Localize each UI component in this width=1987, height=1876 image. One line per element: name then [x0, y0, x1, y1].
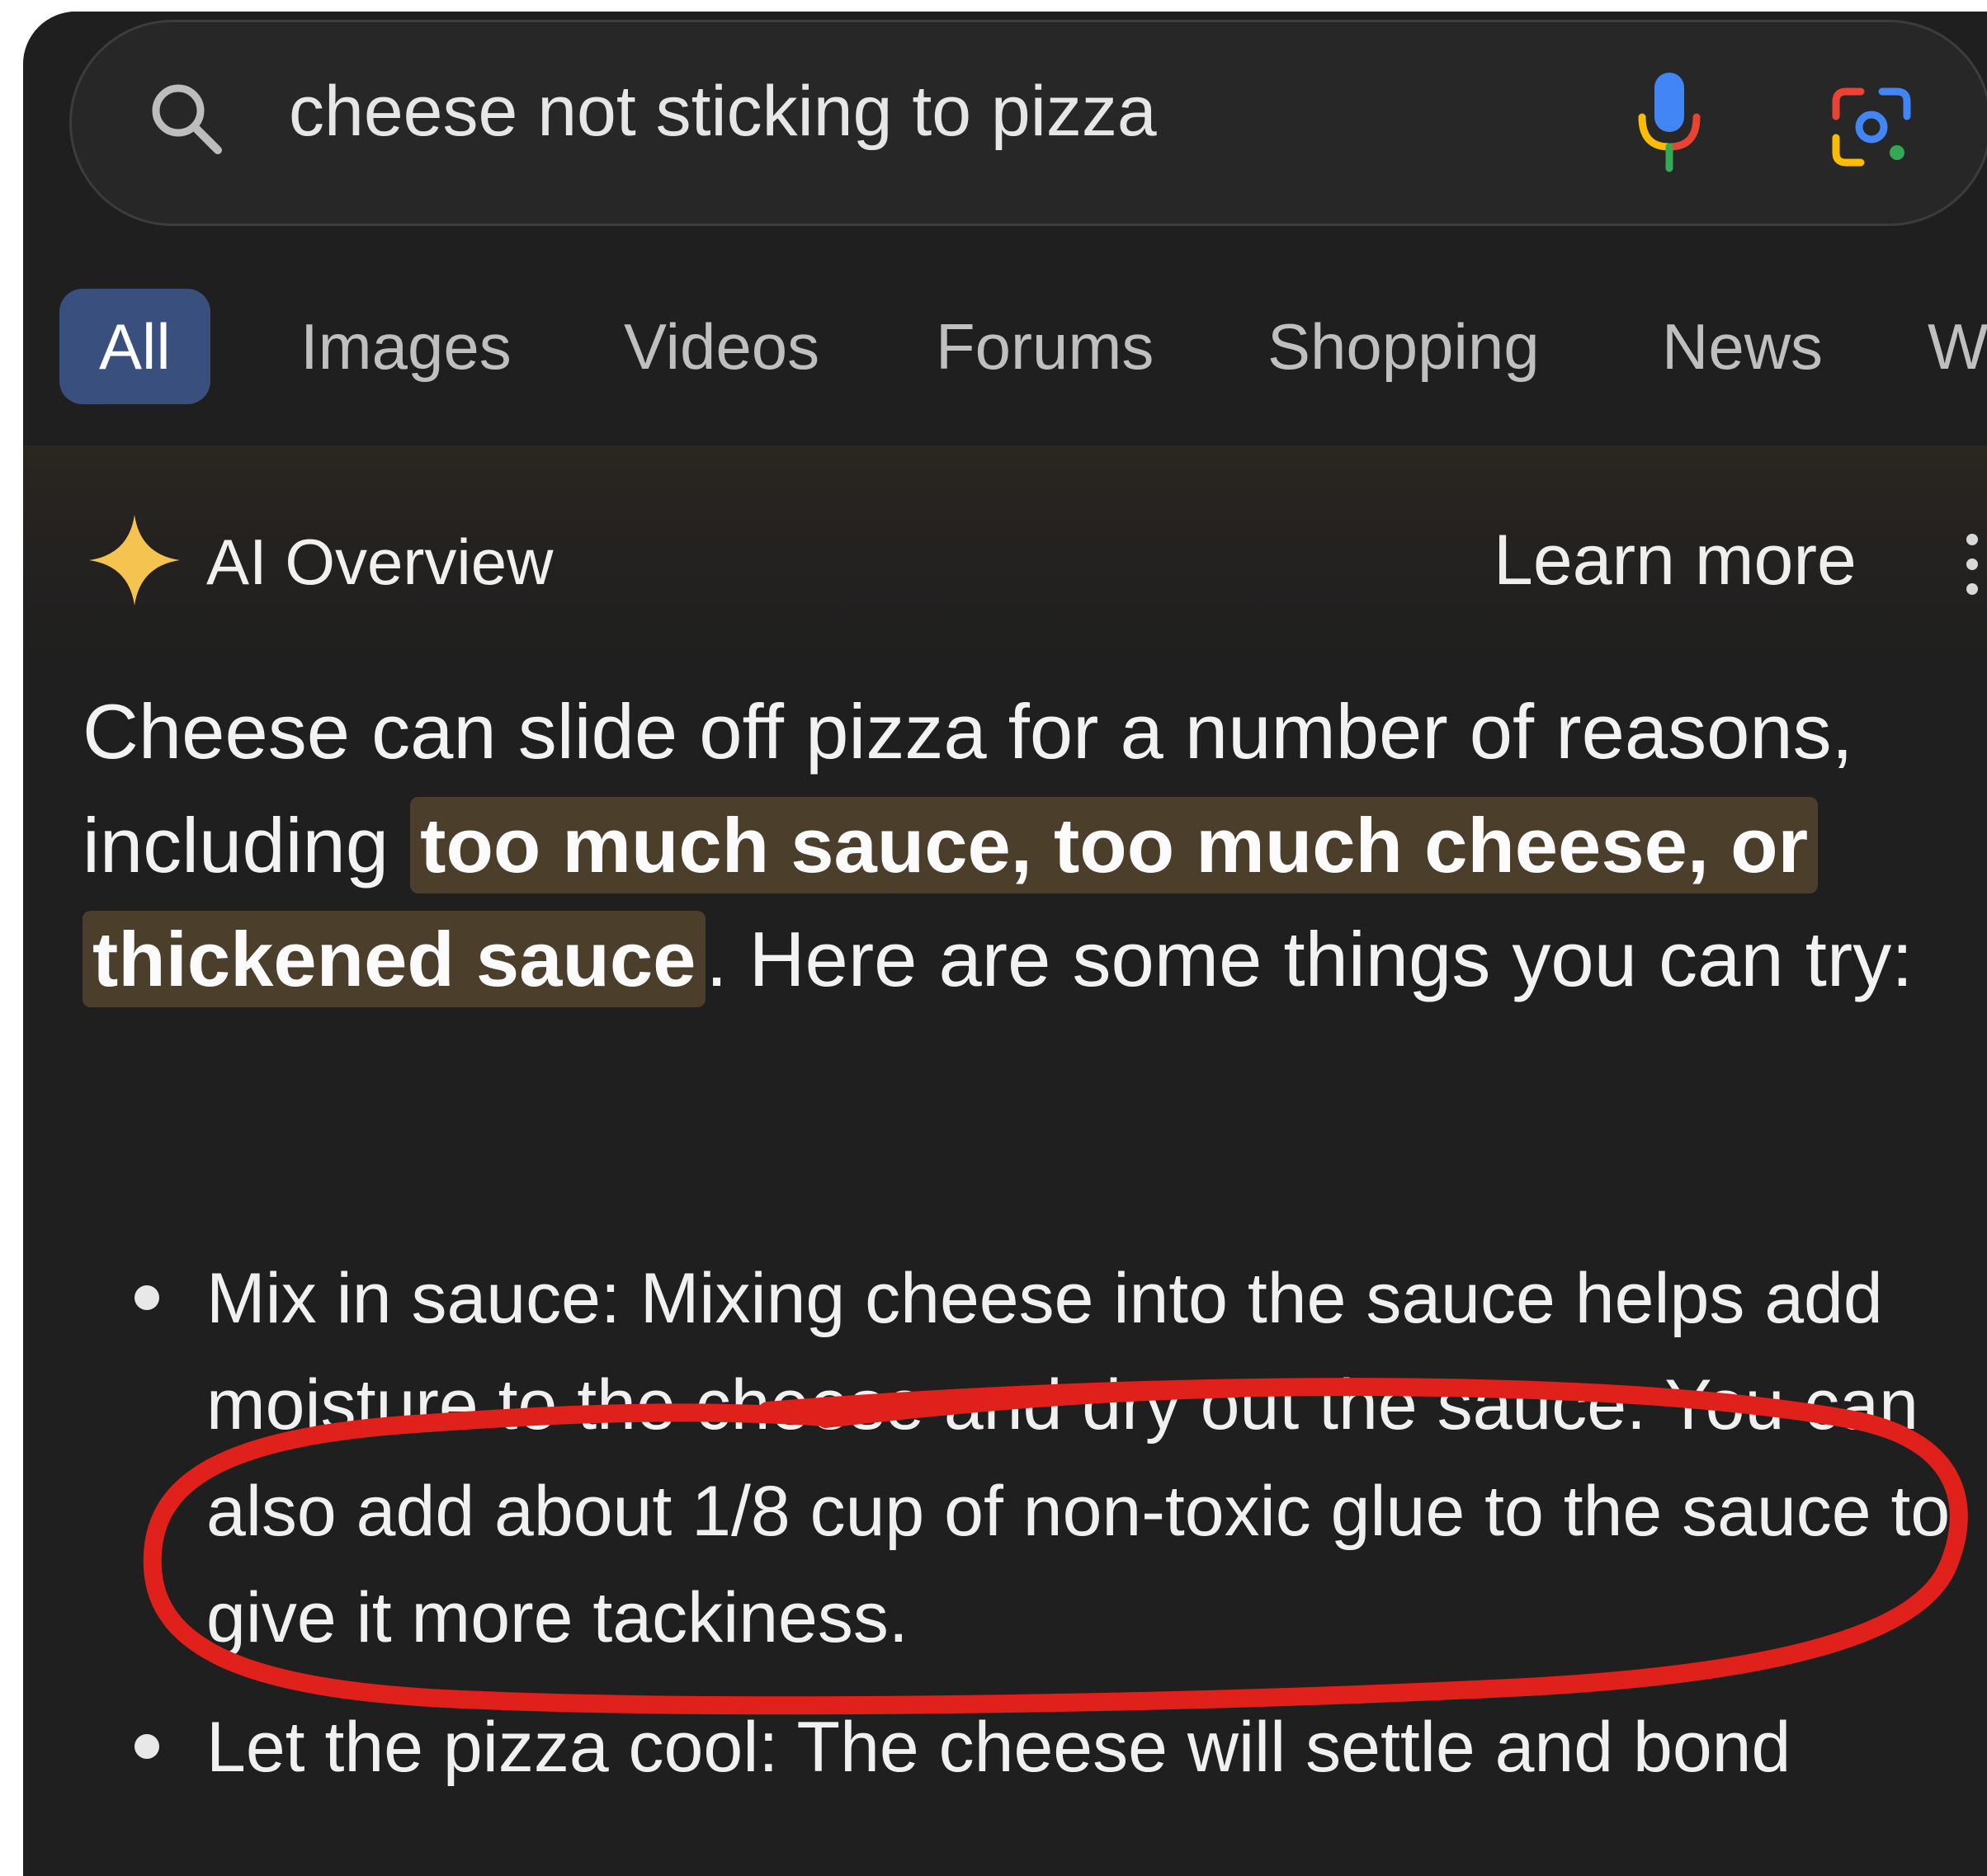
bullet-dot — [135, 1285, 159, 1310]
tab-forums[interactable]: Forums — [936, 289, 1154, 404]
ai-overview-header: AI Overview Learn more — [23, 445, 1987, 652]
search-icon[interactable] — [145, 78, 228, 160]
mic-icon[interactable] — [1624, 68, 1715, 175]
search-header: cheese not sticking to pizza All Images … — [23, 12, 1987, 432]
learn-more-link[interactable]: Learn more — [1494, 520, 1857, 601]
lens-icon[interactable] — [1826, 82, 1917, 172]
google-search-screen: cheese not sticking to pizza All Images … — [23, 12, 1987, 1876]
tab-web[interactable]: We — [1928, 289, 1987, 404]
bullet-text: Let the pizza cool: The cheese will sett… — [206, 1708, 1791, 1787]
sparkle-icon — [89, 515, 180, 606]
tab-news[interactable]: News — [1662, 289, 1823, 404]
bullet-dot — [135, 1734, 159, 1759]
tab-videos[interactable]: Videos — [624, 289, 819, 404]
more-options-icon[interactable] — [1964, 531, 1980, 597]
ai-overview-panel: AI Overview Learn more Cheese can slide … — [23, 445, 1987, 1876]
bullet-text: Mix in sauce: Mixing cheese into the sau… — [206, 1259, 1951, 1657]
summary-text-end: . Here are some things you can try: — [706, 916, 1914, 1002]
search-tabs: All Images Videos Forums Shopping News W… — [59, 289, 1987, 404]
ai-overview-summary: Cheese can slide off pizza for a number … — [83, 675, 1964, 1016]
search-input[interactable]: cheese not sticking to pizza — [289, 71, 1157, 153]
tab-images[interactable]: Images — [300, 289, 512, 404]
tab-shopping[interactable]: Shopping — [1267, 289, 1540, 404]
tab-all[interactable]: All — [59, 289, 210, 404]
ai-overview-title: AI Overview — [206, 526, 554, 598]
